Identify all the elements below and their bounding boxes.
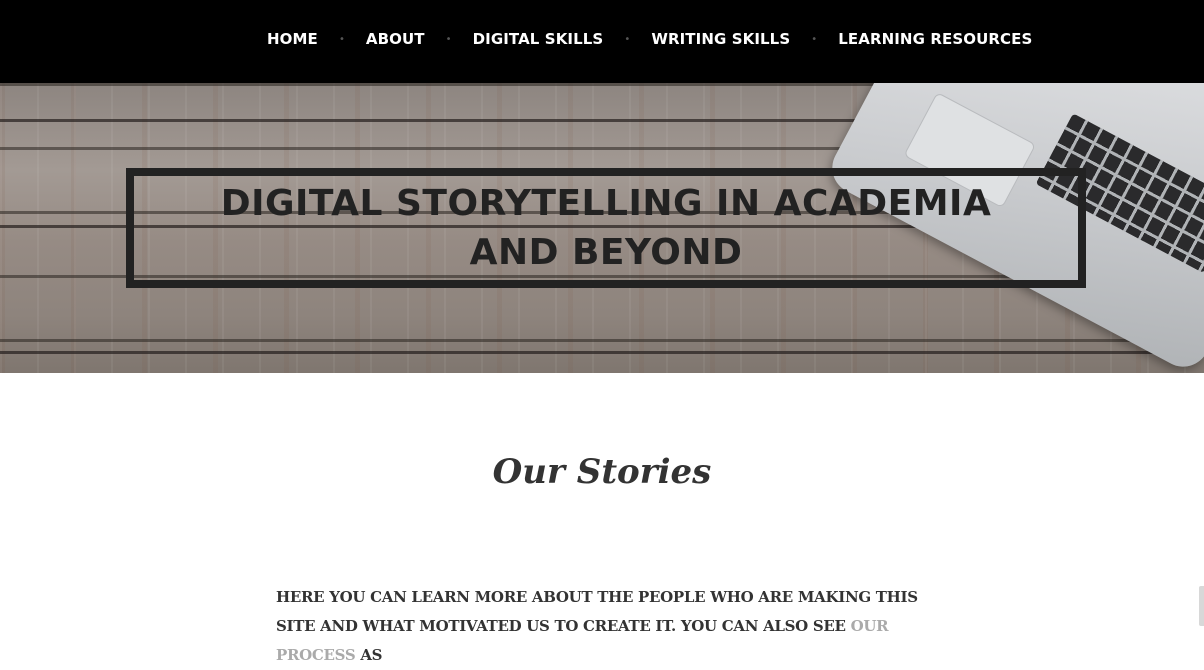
nav-link-learning-resources[interactable]: LEARNING RESOURCES (838, 30, 1032, 48)
nav-link-about[interactable]: ABOUT (366, 30, 425, 48)
wood-plank-seam (0, 351, 1204, 354)
site-title[interactable]: DIGITAL STORYTELLING IN ACADEMIA AND BEY… (176, 179, 1036, 277)
nav-item-digital-skills: DIGITAL SKILLS • (473, 30, 652, 48)
nav-link-home[interactable]: HOME (267, 30, 318, 48)
nav-item-learning-resources: LEARNING RESOURCES (838, 30, 1032, 48)
scrollbar-tab[interactable] (1199, 586, 1204, 626)
nav-item-home: HOME • (267, 30, 366, 48)
nav-link-writing-skills[interactable]: WRITING SKILLS (651, 30, 790, 48)
nav-item-about: ABOUT • (366, 30, 473, 48)
nav-menu: HOME • ABOUT • DIGITAL SKILLS • WRITING … (267, 30, 1032, 48)
nav-separator-dot: • (445, 33, 452, 45)
nav-separator-dot: • (624, 33, 631, 45)
intro-text-end: AS (355, 646, 383, 664)
site-title-frame: DIGITAL STORYTELLING IN ACADEMIA AND BEY… (126, 168, 1086, 288)
nav-separator-dot: • (811, 33, 818, 45)
intro-text-start: HERE YOU CAN LEARN MORE ABOUT THE PEOPLE… (276, 588, 918, 635)
intro-paragraph: HERE YOU CAN LEARN MORE ABOUT THE PEOPLE… (276, 583, 936, 670)
nav-link-digital-skills[interactable]: DIGITAL SKILLS (473, 30, 604, 48)
hero-banner: DIGITAL STORYTELLING IN ACADEMIA AND BEY… (0, 83, 1204, 373)
top-navigation: HOME • ABOUT • DIGITAL SKILLS • WRITING … (0, 0, 1204, 83)
nav-item-writing-skills: WRITING SKILLS • (651, 30, 838, 48)
nav-separator-dot: • (338, 33, 345, 45)
section-title: Our Stories (492, 452, 712, 492)
